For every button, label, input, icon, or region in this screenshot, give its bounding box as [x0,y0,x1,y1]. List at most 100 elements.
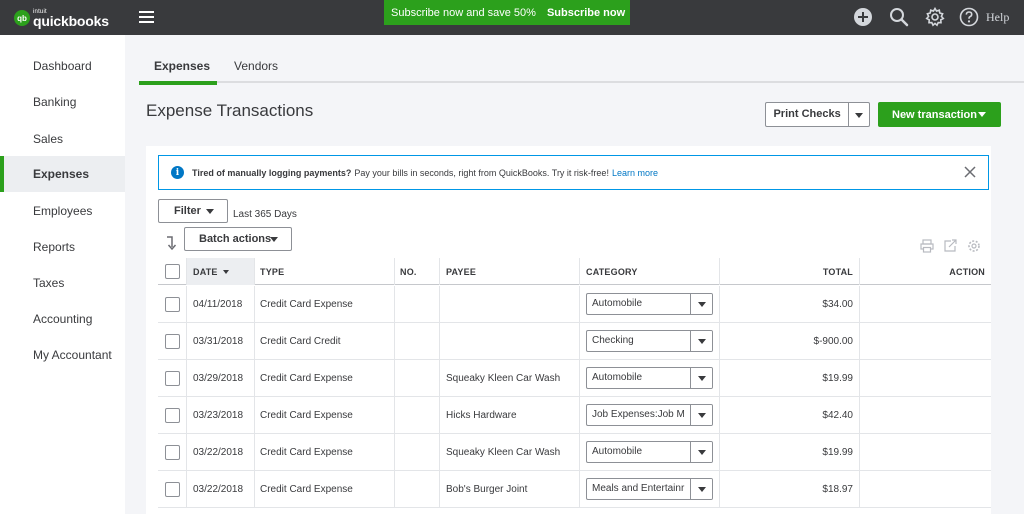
row-type: Credit Card Expense [254,434,394,470]
row-checkbox[interactable] [164,407,180,423]
close-icon[interactable] [964,166,976,178]
row-checkbox[interactable] [164,481,180,497]
logo-mark: qb [14,10,30,26]
tab-vendors[interactable]: Vendors [234,59,278,73]
sidebar-item-banking[interactable]: Banking [0,84,125,120]
select-all-checkbox[interactable] [164,264,180,279]
table-row[interactable]: 04/11/2018 Credit Card Expense Automobil… [158,286,991,323]
chevron-down-icon [698,339,706,344]
sort-arrow-icon[interactable] [165,235,179,251]
select-all-cell [158,258,186,285]
category-value: Automobile [592,372,643,383]
header-type[interactable]: TYPE [254,258,394,285]
transactions-panel: i Tired of manually logging payments? Pa… [146,146,991,514]
row-date: 03/31/2018 [186,323,254,359]
chevron-down-icon [698,487,706,492]
row-total: $42.40 [719,397,859,433]
row-no [394,360,439,396]
chevron-down-icon [206,209,214,214]
export-icon[interactable] [943,239,957,253]
chevron-down-icon [698,450,706,455]
row-action [859,360,991,396]
batch-actions-label: Batch actions [199,233,272,245]
filter-button[interactable]: Filter [158,199,228,223]
table-row[interactable]: 03/29/2018 Credit Card Expense Squeaky K… [158,360,991,397]
row-no [394,434,439,470]
row-payee [439,323,579,359]
category-select[interactable]: Job Expenses:Job M [586,404,713,426]
row-payee: Bob's Burger Joint [439,471,579,507]
sidebar-item-reports[interactable]: Reports [0,229,125,265]
hamburger-menu-icon[interactable] [139,11,154,23]
row-total: $34.00 [719,286,859,322]
header-date[interactable]: DATE [186,258,254,285]
header-total[interactable]: TOTAL [719,258,859,285]
header-action: ACTION [859,258,991,285]
row-payee: Squeaky Kleen Car Wash [439,434,579,470]
row-action [859,286,991,322]
sidebar-item-sales[interactable]: Sales [0,121,125,157]
row-date: 03/29/2018 [186,360,254,396]
header-no[interactable]: NO. [394,258,439,285]
category-select[interactable]: Automobile [586,293,713,315]
row-checkbox[interactable] [164,444,180,460]
row-payee: Hicks Hardware [439,397,579,433]
row-date: 03/23/2018 [186,397,254,433]
plus-icon[interactable] [853,7,873,27]
search-icon[interactable] [889,7,909,27]
page-title: Expense Transactions [146,101,314,120]
sidebar-item-my-accountant[interactable]: My Accountant [0,337,125,373]
row-no [394,286,439,322]
sidebar-item-accounting[interactable]: Accounting [0,301,125,337]
table-row[interactable]: 03/31/2018 Credit Card Credit Checking $… [158,323,991,360]
table-row[interactable]: 03/22/2018 Credit Card Expense Squeaky K… [158,434,991,471]
row-action [859,397,991,433]
info-banner: i Tired of manually logging payments? Pa… [158,155,989,190]
table-header: DATE TYPE NO. PAYEE CATEGORY TOTAL ACTIO… [158,258,991,285]
new-transaction-label: New transaction [892,108,977,121]
print-checks-dropdown[interactable] [848,103,869,126]
tab-bar: Expenses Vendors [139,47,1024,85]
category-select[interactable]: Automobile [586,441,713,463]
category-value: Checking [592,335,634,346]
sidebar-item-employees[interactable]: Employees [0,193,125,229]
print-checks-button[interactable]: Print Checks [765,102,870,127]
gear-icon[interactable] [925,7,945,27]
row-checkbox[interactable] [164,370,180,386]
row-date: 03/22/2018 [186,471,254,507]
row-type: Credit Card Expense [254,286,394,322]
new-transaction-button[interactable]: New transaction [878,102,1001,127]
row-payee: Squeaky Kleen Car Wash [439,360,579,396]
active-tab-indicator [139,81,217,85]
help-label[interactable]: Help [986,10,1009,25]
filter-label: Filter [174,205,201,217]
settings-icon[interactable] [967,239,981,253]
category-select[interactable]: Automobile [586,367,713,389]
category-value: Meals and Entertainr [592,483,685,494]
batch-actions-button[interactable]: Batch actions [184,227,292,251]
tab-expenses[interactable]: Expenses [154,59,210,73]
row-action [859,434,991,470]
row-total: $19.99 [719,434,859,470]
row-type: Credit Card Expense [254,471,394,507]
sidebar-item-taxes[interactable]: Taxes [0,265,125,301]
header-category[interactable]: CATEGORY [579,258,719,285]
sidebar-item-expenses[interactable]: Expenses [0,156,125,192]
header-payee[interactable]: PAYEE [439,258,579,285]
learn-more-link[interactable]: Learn more [612,168,658,178]
table-row[interactable]: 03/23/2018 Credit Card Expense Hicks Har… [158,397,991,434]
row-action [859,323,991,359]
table-row[interactable]: 03/22/2018 Credit Card Expense Bob's Bur… [158,471,991,508]
row-date: 03/22/2018 [186,434,254,470]
print-icon[interactable] [920,239,934,253]
row-checkbox[interactable] [164,333,180,349]
row-checkbox[interactable] [164,296,180,312]
help-icon[interactable] [959,7,979,27]
quickbooks-logo[interactable]: qb intuit quickbooks [14,7,113,29]
promo-banner[interactable]: Subscribe now and save 50% Subscribe now [384,0,630,25]
category-select[interactable]: Meals and Entertainr [586,478,713,500]
sidebar-item-dashboard[interactable]: Dashboard [0,48,125,84]
category-select[interactable]: Checking [586,330,713,352]
promo-text: Subscribe now and save 50% [391,6,536,19]
subscribe-now-link[interactable]: Subscribe now [547,7,625,19]
